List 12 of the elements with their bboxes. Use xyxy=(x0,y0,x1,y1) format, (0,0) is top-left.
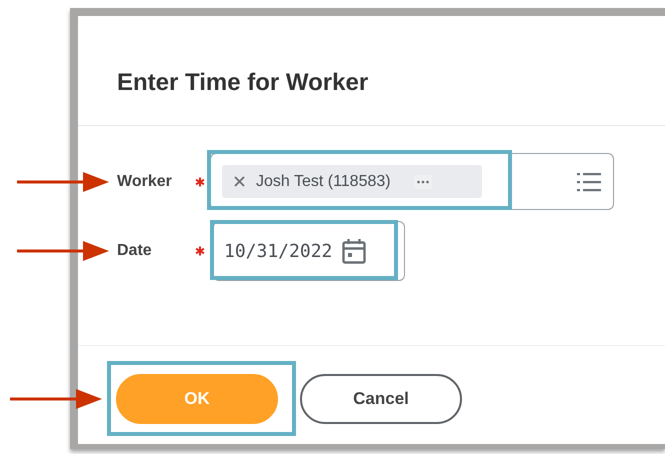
field-label: Date xyxy=(117,241,153,261)
worker-chip[interactable]: Josh Test (118583) xyxy=(222,165,482,198)
worker-field[interactable]: Josh Test (118583) xyxy=(210,153,614,210)
date-value: 10/31/2022 xyxy=(224,240,332,264)
field-label: Worker xyxy=(117,172,173,192)
cancel-button[interactable]: Cancel xyxy=(300,374,462,424)
dialog-title: Enter Time for Worker xyxy=(117,68,370,98)
calendar-icon[interactable] xyxy=(342,238,366,264)
remove-icon[interactable] xyxy=(234,176,245,187)
worker-name: Josh Test (118583) xyxy=(256,172,391,192)
date-field[interactable]: 10/31/2022 xyxy=(213,221,405,281)
list-icon[interactable] xyxy=(577,172,601,192)
